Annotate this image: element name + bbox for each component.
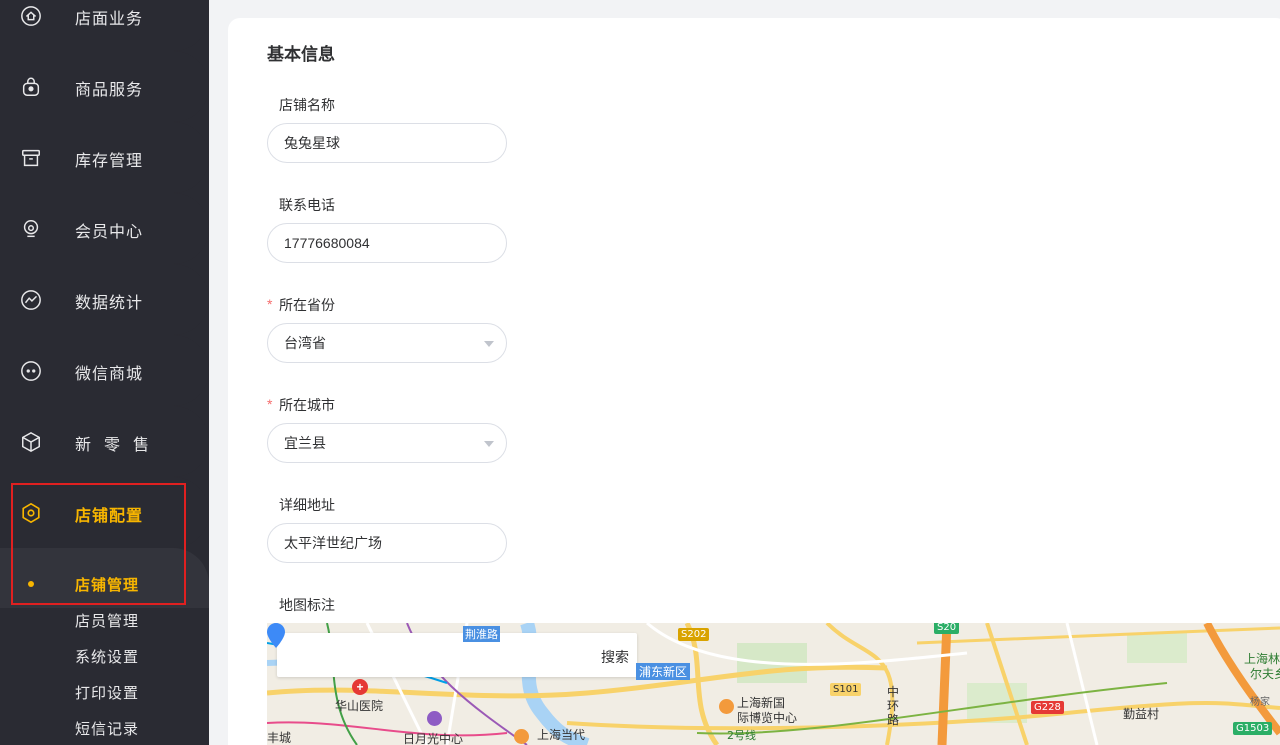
submenu-item-label: 店员管理	[75, 612, 140, 630]
submenu-item-print-settings[interactable]: 打印设置	[0, 674, 209, 710]
sidebar-item-new-retail[interactable]: 新零售	[0, 406, 209, 477]
address-input[interactable]: 太平洋世纪广场	[267, 523, 507, 563]
map-label-text: 际博览中心	[737, 711, 798, 725]
sidebar-item-store-config[interactable]: 店铺配置	[0, 477, 209, 548]
city-select-value: 宜兰县	[284, 435, 326, 451]
submenu-item-staff-management[interactable]: 店员管理	[0, 602, 209, 638]
page-title: 基本信息	[267, 45, 335, 64]
map-label-text: 浦东新区	[636, 663, 691, 680]
required-mark: *	[267, 296, 273, 312]
map-pin-icon[interactable]	[267, 623, 285, 648]
city-label: 所在城市	[279, 397, 335, 413]
address-label: 详细地址	[279, 497, 335, 513]
road-badge: S20	[934, 623, 960, 634]
road-badge: S101	[830, 683, 862, 696]
sidebar-item-product-service[interactable]: 商品服务	[0, 51, 209, 122]
road-badge: S202	[678, 628, 710, 641]
store-name-label: 店铺名称	[279, 97, 335, 113]
caret-down-icon	[484, 341, 494, 347]
submenu-item-label: 系统设置	[75, 648, 140, 666]
map-label-text: 丰城	[267, 731, 292, 745]
store-name-input[interactable]: 兔兔星球	[267, 123, 507, 163]
landmark-icon	[719, 699, 734, 714]
map-label-text: 荆淮路	[463, 626, 500, 642]
road-badge: G1503	[1233, 722, 1273, 735]
phone-input[interactable]: 17776680084	[267, 223, 507, 263]
sidebar-item-label: 会员中心	[75, 224, 144, 241]
map-label-text: 尔夫乡	[1250, 667, 1280, 681]
sidebar-item-member-center[interactable]: 会员中心	[0, 193, 209, 264]
map-label-text: 上海当代	[537, 728, 586, 742]
wechat-icon	[19, 359, 43, 383]
map-label-text: 杨家	[1250, 697, 1270, 708]
landmark-icon	[514, 729, 529, 744]
map-label-text: 华山医院	[335, 699, 384, 713]
submenu-item-sms-records[interactable]: 短信记录	[0, 710, 209, 745]
sidebar-item-label: 商品服务	[75, 82, 144, 99]
hospital-icon: +	[352, 679, 368, 695]
submenu-item-label: 打印设置	[75, 684, 140, 702]
sidebar-item-label: 店面业务	[75, 11, 144, 28]
archive-icon	[19, 146, 43, 170]
shopping-bag-icon	[19, 75, 43, 99]
submenu-item-label: 短信记录	[75, 720, 140, 738]
sidebar-item-wechat-mall[interactable]: 微信商城	[0, 335, 209, 406]
map-label-text: 勤益村	[1123, 707, 1160, 721]
settings-icon	[19, 501, 43, 525]
province-label: 所在省份	[279, 297, 335, 313]
sidebar-item-inventory[interactable]: 库存管理	[0, 122, 209, 193]
cube-icon	[19, 430, 43, 454]
map-search-box[interactable]: 搜索	[277, 633, 637, 677]
sidebar-item-label: 店铺配置	[75, 508, 144, 525]
sidebar-item-data-statistics[interactable]: 数据统计	[0, 264, 209, 335]
member-icon	[19, 217, 43, 241]
sidebar-item-label: 微信商城	[75, 366, 144, 383]
map-label-text: 2号线	[727, 729, 756, 742]
map-label: 地图标注	[279, 597, 335, 613]
sidebar-item-label: 库存管理	[75, 153, 144, 170]
map-view[interactable]: 搜索 S202 S20 S101 G228 G1503 华山医院 日月光中心 上…	[267, 623, 1280, 745]
map-label-text: 路	[887, 713, 900, 727]
province-select[interactable]: 台湾省	[267, 323, 507, 363]
submenu-item-label: 店铺管理	[75, 576, 140, 594]
city-select[interactable]: 宜兰县	[267, 423, 507, 463]
home-icon	[19, 4, 43, 28]
active-dot-icon	[28, 581, 34, 587]
sidebar-item-label: 新零售	[75, 437, 163, 454]
sidebar-item-store-business[interactable]: 店面业务	[0, 0, 209, 51]
caret-down-icon	[484, 441, 494, 447]
submenu-item-system-settings[interactable]: 系统设置	[0, 638, 209, 674]
sidebar-item-label: 数据统计	[75, 295, 144, 312]
map-search-button[interactable]: 搜索	[601, 647, 629, 667]
chart-icon	[19, 288, 43, 312]
province-select-value: 台湾省	[284, 335, 326, 351]
shopping-icon	[427, 711, 442, 726]
required-mark: *	[267, 396, 273, 412]
map-label-text: 日月光中心	[403, 732, 464, 745]
phone-label: 联系电话	[279, 197, 335, 213]
submenu-item-store-management[interactable]: 店铺管理	[0, 566, 209, 602]
road-badge: G228	[1031, 701, 1064, 714]
